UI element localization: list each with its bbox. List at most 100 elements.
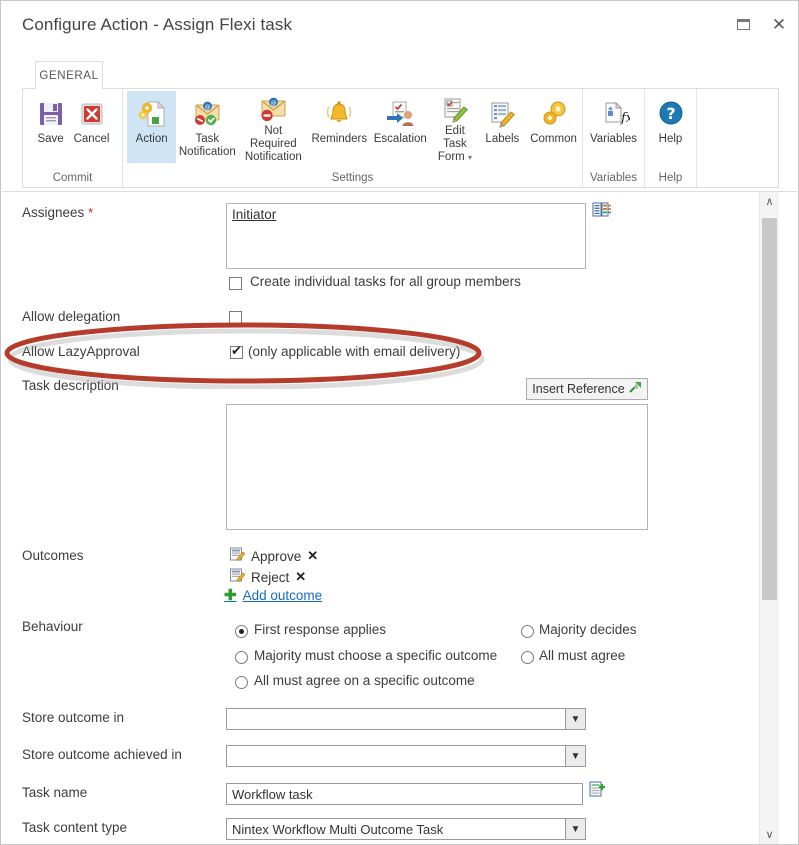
behaviour-radio-majority-decides[interactable] xyxy=(521,625,534,638)
insert-reference-button[interactable]: Insert Reference xyxy=(526,378,648,400)
task-content-type-label: Task content type xyxy=(22,820,128,835)
ribbon-group-commit: Save Cancel Commit xyxy=(23,89,123,187)
behaviour-radio-majority-specific[interactable] xyxy=(235,651,248,664)
assignees-input[interactable] xyxy=(226,203,586,269)
task-notification-icon: @ xyxy=(191,95,223,133)
save-button[interactable]: Save xyxy=(32,91,70,163)
labels-icon xyxy=(486,95,518,133)
ribbon-group-settings-label: Settings xyxy=(331,172,374,184)
assignees-label: Assignees * xyxy=(22,205,93,220)
not-required-notification-icon: @ xyxy=(257,95,289,125)
not-required-notification-button[interactable]: @ Not Required Notification xyxy=(238,91,308,163)
task-content-type-select[interactable]: Nintex Workflow Multi Outcome Task ▼ xyxy=(226,818,586,840)
svg-text:@: @ xyxy=(271,100,277,107)
close-button[interactable]: ✕ xyxy=(765,11,793,37)
common-gears-icon xyxy=(538,95,570,133)
behaviour-option-label-1: Majority decides xyxy=(539,622,637,637)
remove-outcome-icon[interactable]: ✕ xyxy=(307,548,318,564)
behaviour-option-label-3: All must agree xyxy=(539,648,626,663)
ribbon-group-help: ? Help Help xyxy=(645,89,697,187)
create-individual-tasks-checkbox[interactable] xyxy=(229,277,242,290)
vertical-scrollbar[interactable]: ∧ ∨ xyxy=(759,192,779,844)
outcome-name: Reject xyxy=(251,569,290,585)
add-outcome-link[interactable]: ✚ Add outcome xyxy=(224,588,322,603)
labels-button[interactable]: Labels xyxy=(480,91,526,163)
form-panel: Assignees * Initiator Create individual … xyxy=(2,191,797,844)
help-button[interactable]: ? Help xyxy=(652,91,690,163)
restore-button[interactable] xyxy=(729,11,757,37)
ribbon-group-empty xyxy=(697,89,779,187)
behaviour-option-label-2: Majority must choose a specific outcome xyxy=(254,648,498,663)
variables-label: Variables xyxy=(589,133,638,145)
restore-icon xyxy=(736,18,750,30)
tab-general[interactable]: GENERAL xyxy=(35,61,103,89)
close-icon: ✕ xyxy=(771,14,787,34)
allow-delegation-label: Allow delegation xyxy=(22,309,121,324)
save-icon xyxy=(36,95,66,133)
outcome-row-reject[interactable]: Reject ✕ xyxy=(230,568,306,586)
plus-icon: ✚ xyxy=(224,587,237,604)
ribbon-tab-strip: GENERAL xyxy=(22,61,779,89)
allow-delegation-checkbox[interactable] xyxy=(229,311,242,324)
insert-lookup-icon[interactable] xyxy=(589,781,607,804)
common-button[interactable]: Common xyxy=(525,91,582,163)
store-outcome-achieved-in-select[interactable]: ▼ xyxy=(226,745,586,767)
scroll-down-button[interactable]: ∨ xyxy=(760,825,779,844)
scroll-up-button[interactable]: ∧ xyxy=(760,192,779,211)
edit-task-form-icon xyxy=(439,95,471,125)
chevron-down-icon: ▼ xyxy=(565,819,585,839)
insert-reference-icon xyxy=(628,381,642,397)
outcome-icon xyxy=(230,568,246,586)
outcome-row-approve[interactable]: Approve ✕ xyxy=(230,547,318,565)
cancel-button[interactable]: Cancel xyxy=(70,91,114,163)
task-description-input[interactable] xyxy=(226,404,648,530)
reminders-button[interactable]: Reminders xyxy=(308,91,370,163)
svg-text:?: ? xyxy=(666,104,675,123)
task-notification-button[interactable]: @ Task Notification xyxy=(176,91,238,163)
outcome-icon xyxy=(230,547,246,565)
ribbon-group-commit-label: Commit xyxy=(52,172,93,184)
remove-outcome-icon[interactable]: ✕ xyxy=(295,569,306,585)
action-icon xyxy=(136,95,168,133)
labels-label: Labels xyxy=(485,133,520,145)
behaviour-radio-all-must-agree[interactable] xyxy=(521,651,534,664)
ribbon: GENERAL Save Cancel Commit Action @ Task… xyxy=(22,61,779,189)
help-question-icon: ? xyxy=(656,95,686,133)
assignee-value[interactable]: Initiator xyxy=(232,207,276,222)
edit-task-form-text: Edit Task Form xyxy=(437,125,467,163)
action-button[interactable]: Action xyxy=(127,91,177,163)
svg-text:fx: fx xyxy=(620,111,630,126)
escalation-button[interactable]: Escalation xyxy=(370,91,430,163)
page-title: Configure Action - Assign Flexi task xyxy=(22,15,293,34)
cancel-icon xyxy=(77,95,107,133)
allow-lazyapproval-checkbox[interactable] xyxy=(230,344,243,359)
behaviour-radio-first-response[interactable] xyxy=(235,625,248,638)
behaviour-label: Behaviour xyxy=(22,619,83,634)
scrollbar-thumb[interactable] xyxy=(762,218,777,600)
edit-task-form-button[interactable]: Edit Task Form ▾ xyxy=(430,91,479,163)
title-bar: Configure Action - Assign Flexi task ✕ xyxy=(1,1,798,56)
variables-button[interactable]: fx Variables xyxy=(586,91,641,163)
task-content-type-value: Nintex Workflow Multi Outcome Task xyxy=(232,821,444,837)
chevron-down-icon: ▾ xyxy=(467,153,472,162)
task-notification-label: Task Notification xyxy=(178,133,236,158)
task-name-input[interactable] xyxy=(226,783,583,805)
help-label: Help xyxy=(658,133,683,145)
store-outcome-achieved-in-label: Store outcome achieved in xyxy=(22,747,182,762)
task-name-label: Task name xyxy=(22,785,88,800)
behaviour-option-label-0: First response applies xyxy=(254,622,387,637)
ribbon-group-variables-label: Variables xyxy=(589,172,638,184)
cancel-label: Cancel xyxy=(73,133,110,145)
behaviour-option-label-4: All must agree on a specific outcome xyxy=(254,673,475,688)
common-label: Common xyxy=(530,133,577,145)
behaviour-radio-all-agree-specific[interactable] xyxy=(235,676,248,689)
svg-text:@: @ xyxy=(205,104,211,111)
action-label: Action xyxy=(135,133,168,145)
store-outcome-in-select[interactable]: ▼ xyxy=(226,708,586,730)
escalation-icon xyxy=(384,95,416,133)
add-outcome-label: Add outcome xyxy=(242,588,323,603)
people-picker-icon[interactable] xyxy=(592,202,611,218)
escalation-label: Escalation xyxy=(373,133,427,145)
variables-fx-icon: fx xyxy=(598,95,630,133)
reminders-bell-icon xyxy=(323,95,355,133)
